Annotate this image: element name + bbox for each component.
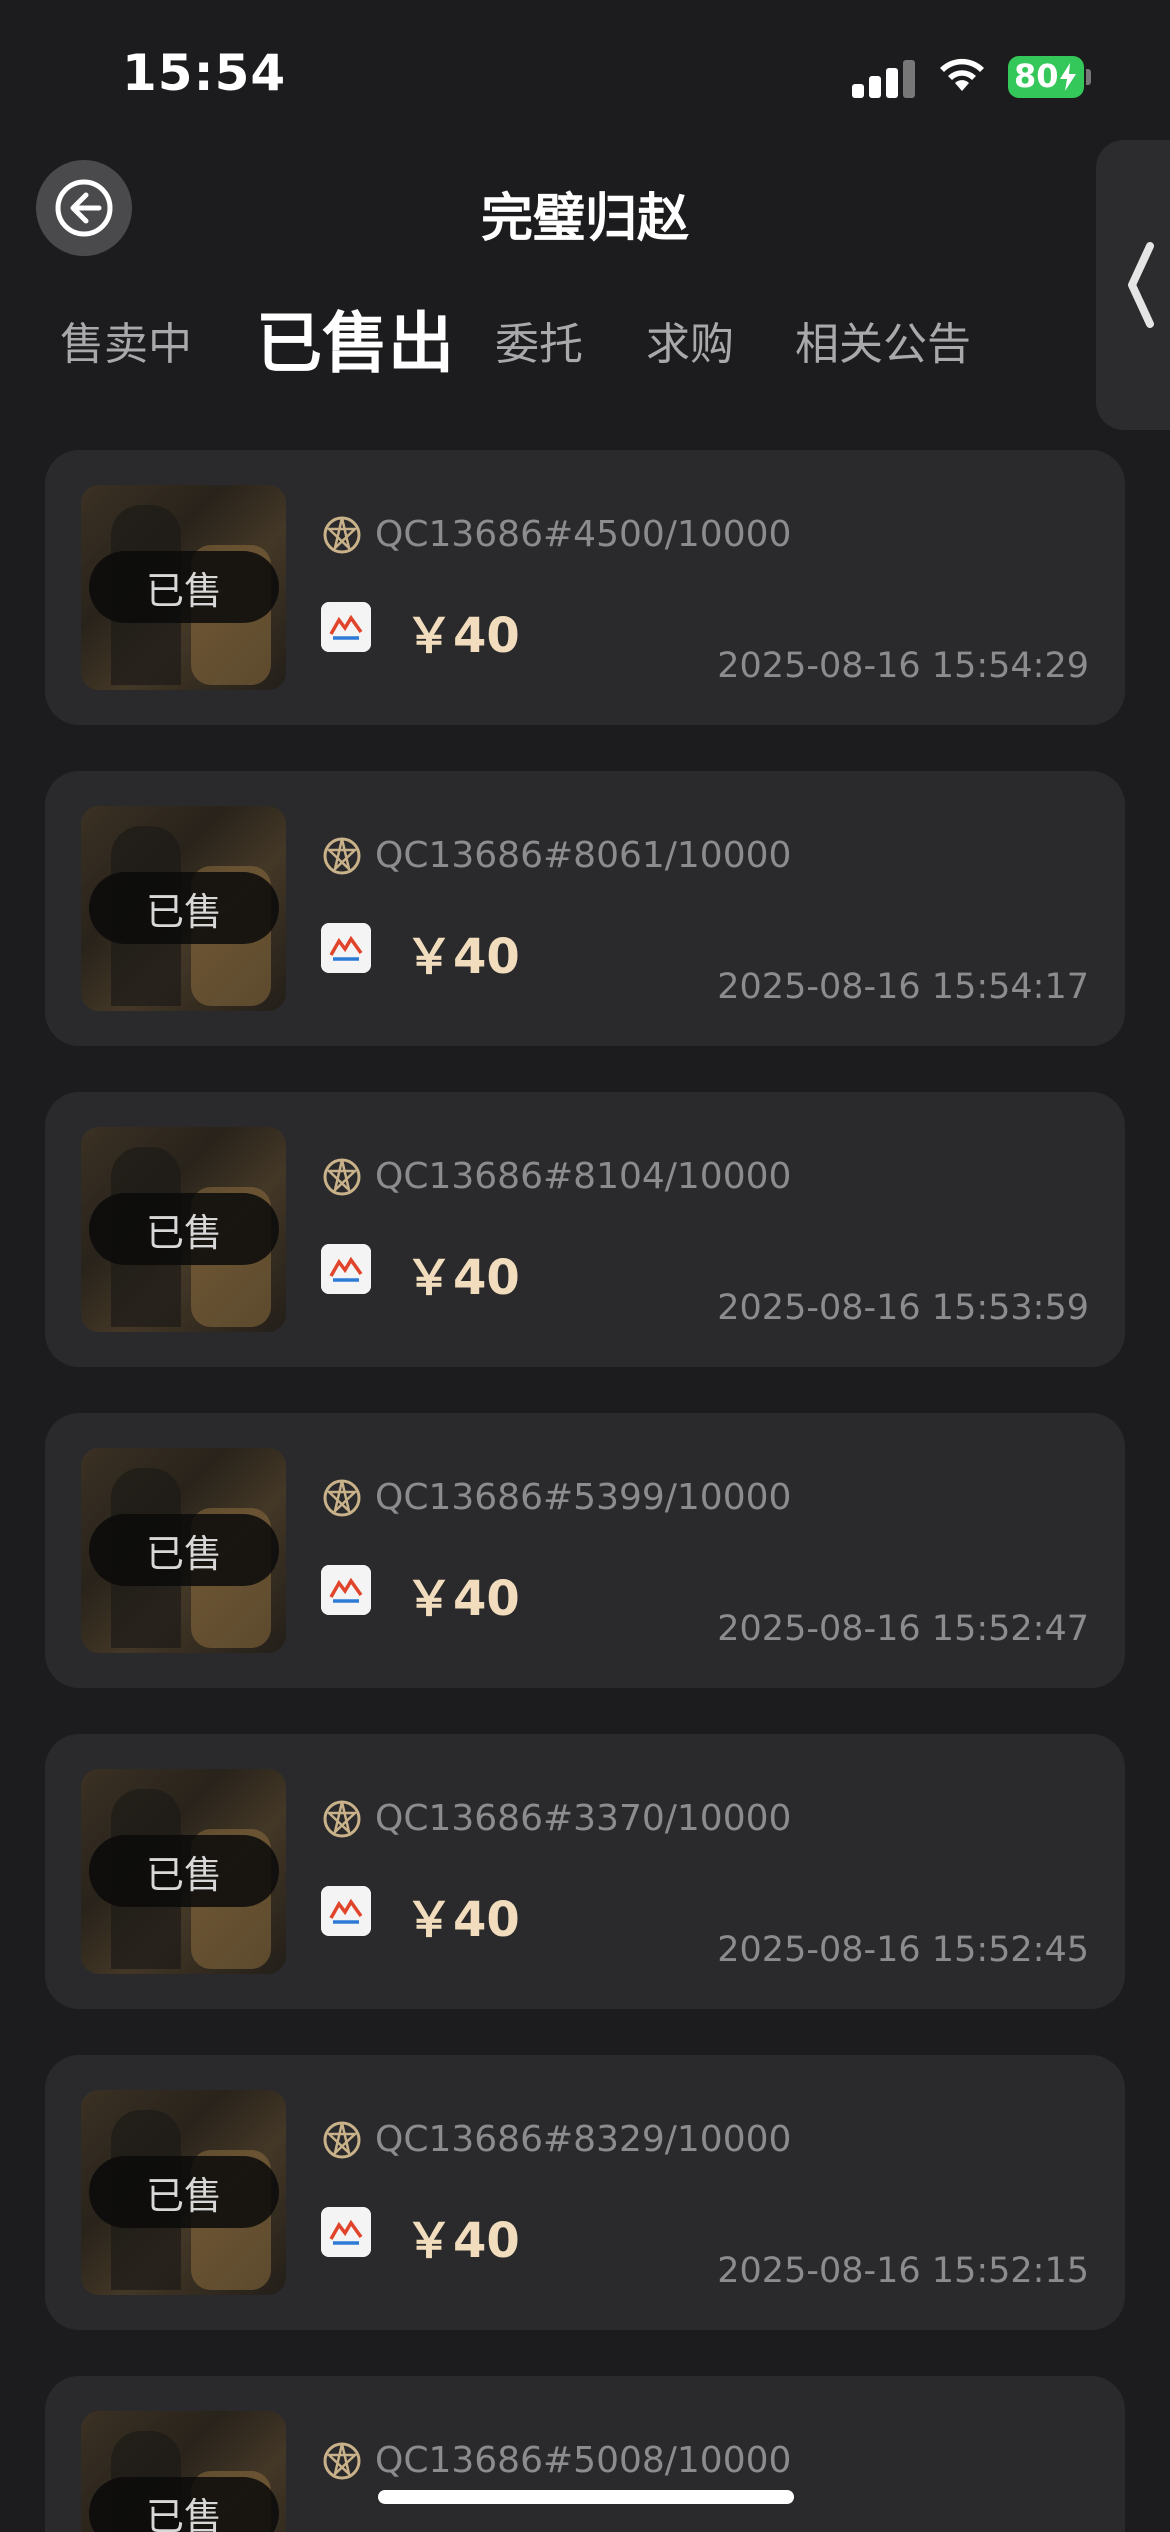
charging-bolt-icon — [1060, 63, 1076, 91]
item-price: ￥40 — [405, 1571, 520, 1627]
item-sold-time: 2025-08-16 15:54:29 — [717, 646, 1089, 686]
item-serial: QC13686#3370/10000 — [375, 1798, 792, 1839]
list-item[interactable]: 已售 QC13686#8061/10000 ￥40 2025-08-16 15:… — [45, 771, 1125, 1046]
chain-network-icon — [323, 1800, 361, 1838]
sold-badge: 已售 — [89, 1193, 279, 1265]
battery-tip — [1086, 69, 1091, 85]
item-serial: QC13686#4500/10000 — [375, 514, 792, 555]
payment-logo-icon — [321, 2207, 371, 2257]
item-price: ￥40 — [405, 608, 520, 664]
sold-badge: 已售 — [89, 1835, 279, 1907]
item-serial: QC13686#5008/10000 — [375, 2440, 792, 2481]
sold-badge: 已售 — [89, 2477, 279, 2532]
home-indicator[interactable] — [378, 2490, 794, 2504]
payment-logo-icon — [321, 923, 371, 973]
sold-badge: 已售 — [89, 1514, 279, 1586]
list-item[interactable]: 已售 QC13686#5399/10000 ￥40 2025-08-16 15:… — [45, 1413, 1125, 1688]
item-price: ￥40 — [405, 2213, 520, 2269]
tab-sold[interactable]: 已售出 — [256, 290, 454, 386]
item-sold-time: 2025-08-16 15:52:45 — [717, 1930, 1089, 1970]
sold-badge: 已售 — [89, 872, 279, 944]
status-time: 15:54 — [122, 44, 287, 102]
sold-badge: 已售 — [89, 551, 279, 623]
item-serial: QC13686#8104/10000 — [375, 1156, 792, 1197]
list-item[interactable]: 已售 QC13686#8104/10000 ￥40 2025-08-16 15:… — [45, 1092, 1125, 1367]
chain-network-icon — [323, 2121, 361, 2159]
tab-consignment[interactable]: 委托 — [495, 308, 583, 372]
wifi-icon — [940, 58, 984, 91]
list-item[interactable]: 已售 QC13686#5008/10000 — [45, 2376, 1125, 2532]
screen: 15:54 80 完璧归赵 售卖中 已售出 委托 求购 相关公告 已售 QC13… — [0, 0, 1170, 2532]
payment-logo-icon — [321, 1886, 371, 1936]
tab-wanted[interactable]: 求购 — [646, 308, 734, 372]
sold-badge: 已售 — [89, 2156, 279, 2228]
cellular-signal-icon — [852, 58, 916, 98]
payment-logo-icon — [321, 1244, 371, 1294]
chain-network-icon — [323, 837, 361, 875]
page-title: 完璧归赵 — [480, 189, 689, 249]
list-item[interactable]: 已售 QC13686#8329/10000 ￥40 2025-08-16 15:… — [45, 2055, 1125, 2330]
payment-logo-icon — [321, 602, 371, 652]
chain-network-icon — [323, 2442, 361, 2480]
chain-network-icon — [323, 516, 361, 554]
item-serial: QC13686#5399/10000 — [375, 1477, 792, 1518]
battery-level: 80 — [1014, 57, 1059, 95]
status-bar: 15:54 80 — [0, 0, 1170, 140]
list-item[interactable]: 已售 QC13686#3370/10000 ￥40 2025-08-16 15:… — [45, 1734, 1125, 2009]
item-sold-time: 2025-08-16 15:52:47 — [717, 1609, 1089, 1649]
tab-bar: 售卖中 已售出 委托 求购 相关公告 — [0, 290, 1170, 390]
item-sold-time: 2025-08-16 15:52:15 — [717, 2251, 1089, 2291]
tab-on-sale[interactable]: 售卖中 — [60, 308, 192, 372]
list-item[interactable]: 已售 QC13686#4500/10000 ￥40 2025-08-16 15:… — [45, 450, 1125, 725]
item-serial: QC13686#8061/10000 — [375, 835, 792, 876]
item-serial: QC13686#8329/10000 — [375, 2119, 792, 2160]
chain-network-icon — [323, 1479, 361, 1517]
item-price: ￥40 — [405, 1892, 520, 1948]
tab-announcements[interactable]: 相关公告 — [795, 308, 971, 372]
item-price: ￥40 — [405, 929, 520, 985]
chain-network-icon — [323, 1158, 361, 1196]
item-price: ￥40 — [405, 1250, 520, 1306]
item-sold-time: 2025-08-16 15:53:59 — [717, 1288, 1089, 1328]
item-sold-time: 2025-08-16 15:54:17 — [717, 967, 1089, 1007]
payment-logo-icon — [321, 1565, 371, 1615]
battery-icon: 80 — [1008, 56, 1084, 98]
